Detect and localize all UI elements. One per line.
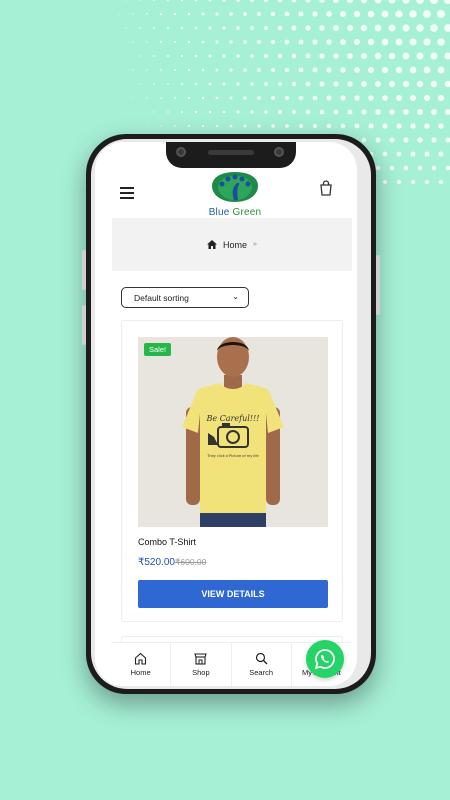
nav-home[interactable]: Home xyxy=(111,643,172,686)
view-details-button[interactable]: VIEW DETAILS xyxy=(138,580,328,608)
brand-logo[interactable]: Blue Green xyxy=(200,170,270,218)
nav-search[interactable]: Search xyxy=(232,643,292,686)
phone-power-button xyxy=(376,255,380,315)
home-icon xyxy=(135,652,147,665)
shirt-print-text: Be Careful!!! xyxy=(206,414,260,423)
brand-name-blue: Blue xyxy=(208,207,230,218)
shirt-print-small-text: They click a Picture of my life xyxy=(206,454,258,458)
home-breadcrumb-icon xyxy=(207,240,218,249)
sort-selected-value: Default sorting xyxy=(134,292,189,303)
nav-shop-label: Shop xyxy=(192,668,210,677)
whatsapp-chat-button[interactable] xyxy=(306,640,344,678)
peacock-logo-icon xyxy=(212,172,258,202)
chevron-down-icon: ⌄ xyxy=(232,292,239,301)
product-card: Sale! Be Careful!!! They click a Picture… xyxy=(121,320,343,622)
sort-dropdown[interactable]: Default sorting ⌄ xyxy=(121,287,249,308)
whatsapp-icon xyxy=(314,649,335,670)
product-image[interactable]: Sale! Be Careful!!! They click a Picture… xyxy=(138,337,328,527)
phone-side-button xyxy=(82,305,86,345)
brand-name-green: Green xyxy=(232,207,262,218)
phone-screen: Blue Green Home » Default sorting ⌄ Sale… xyxy=(95,142,357,686)
earpiece-speaker xyxy=(208,150,254,155)
cart-icon[interactable] xyxy=(319,180,333,196)
price-row: ₹520.00₹600.00 xyxy=(138,557,206,568)
breadcrumb: Home » xyxy=(112,218,352,271)
nav-home-label: Home xyxy=(130,668,151,677)
front-camera xyxy=(176,147,186,157)
shop-icon xyxy=(194,653,208,665)
original-price: ₹600.00 xyxy=(174,557,207,567)
sale-badge: Sale! xyxy=(144,343,172,356)
phone-notch xyxy=(166,142,296,168)
phone-side-button xyxy=(82,250,86,290)
nav-shop[interactable]: Shop xyxy=(171,643,232,686)
breadcrumb-home-link[interactable]: Home xyxy=(223,240,247,250)
product-title[interactable]: Combo T-Shirt xyxy=(138,537,196,547)
model-tshirt-illustration: Be Careful!!! They click a Picture of my… xyxy=(138,337,328,527)
hamburger-menu-icon[interactable] xyxy=(120,187,134,199)
current-price: ₹520.00 xyxy=(138,557,175,568)
search-icon xyxy=(255,652,268,665)
nav-search-label: Search xyxy=(249,668,273,677)
front-sensor xyxy=(274,147,284,157)
breadcrumb-separator: » xyxy=(253,241,257,248)
